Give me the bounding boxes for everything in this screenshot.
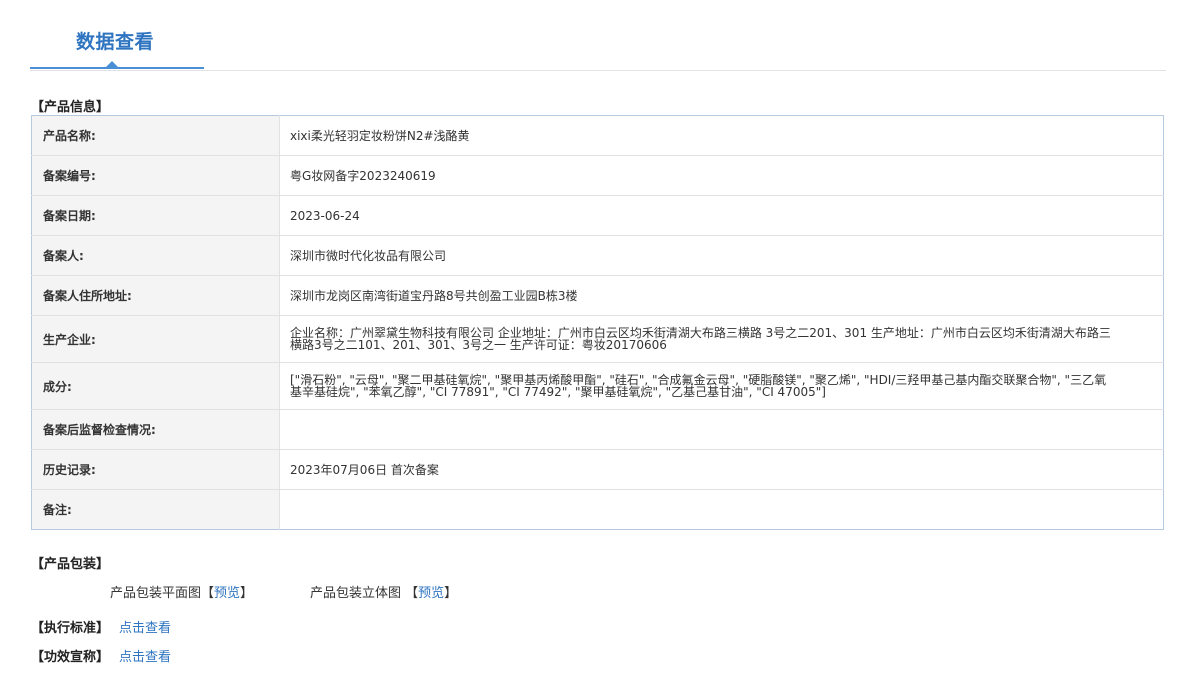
table-row: 备案人: 深圳市微时代化妆品有限公司: [31, 235, 1164, 276]
package-3d-bracket: 】: [444, 586, 458, 601]
execution-standard-row: 【执行标准】 点击查看: [31, 617, 171, 636]
row-value: xixi柔光轻羽定妆粉饼N2#浅酪黄: [279, 115, 1164, 156]
row-label: 备案后监督检查情况:: [31, 409, 280, 450]
table-row: 历史记录: 2023年07月06日 首次备案: [31, 449, 1164, 490]
row-value: [280, 490, 1164, 530]
package-3d-preview-link[interactable]: 预览: [418, 586, 444, 601]
table-row: 备案人住所地址: 深圳市龙岗区南湾街道宝丹路8号共创盈工业园B栋3楼: [31, 275, 1164, 316]
execution-standard-link[interactable]: 点击查看: [119, 621, 171, 636]
row-label: 备案人住所地址:: [31, 275, 280, 316]
table-row: 产品名称: xixi柔光轻羽定妆粉饼N2#浅酪黄: [31, 115, 1164, 156]
efficacy-claim-title: 【功效宣称】: [31, 650, 110, 665]
row-value: 企业名称：广州翠黛生物科技有限公司 企业地址：广州市白云区均禾街清湖大布路三横路…: [279, 315, 1164, 363]
row-label: 备案日期:: [31, 195, 280, 236]
row-label: 备注:: [31, 489, 280, 530]
row-value: [279, 409, 1164, 450]
package-flat-preview-link[interactable]: 预览: [214, 586, 240, 601]
row-value: 深圳市龙岗区南湾街道宝丹路8号共创盈工业园B栋3楼: [279, 275, 1164, 316]
table-row: 备案后监督检查情况:: [31, 409, 1164, 450]
row-value: 2023年07月06日 首次备案: [279, 449, 1164, 490]
row-value: ["滑石粉", "云母", "聚二甲基硅氧烷", "聚甲基丙烯酸甲酯", "硅石…: [279, 362, 1164, 410]
row-value: 深圳市微时代化妆品有限公司: [279, 235, 1164, 276]
row-label: 备案编号:: [31, 155, 280, 196]
table-row: 备案日期: 2023-06-24: [31, 195, 1164, 236]
package-flat-bracket: 】: [240, 586, 254, 601]
product-info-title: 【产品信息】: [31, 100, 110, 115]
efficacy-claim-link[interactable]: 点击查看: [119, 650, 171, 665]
row-value: 2023-06-24: [279, 195, 1164, 236]
packaging-title: 【产品包装】: [31, 557, 110, 572]
package-3d-view: 产品包装立体图 【预览】: [310, 582, 457, 601]
row-label: 备案人:: [31, 235, 280, 276]
efficacy-claim-row: 【功效宣称】 点击查看: [31, 646, 171, 665]
table-row: 生产企业: 企业名称：广州翠黛生物科技有限公司 企业地址：广州市白云区均禾街清湖…: [31, 315, 1164, 363]
package-flat-label: 产品包装平面图【: [110, 586, 215, 601]
row-value: 粤G妆网备字2023240619: [279, 155, 1164, 196]
execution-standard-title: 【执行标准】: [31, 621, 110, 636]
row-label: 产品名称:: [31, 115, 280, 156]
tab-data-view[interactable]: 数据查看: [30, 0, 204, 69]
tab-data-view-label: 数据查看: [76, 31, 155, 53]
product-info-table: 产品名称: xixi柔光轻羽定妆粉饼N2#浅酪黄 备案编号: 粤G妆网备字202…: [31, 115, 1164, 530]
row-label: 历史记录:: [31, 449, 280, 490]
tab-bar: 数据查看: [30, 0, 1166, 71]
row-label: 成分:: [31, 362, 280, 410]
package-flat-view: 产品包装平面图【预览】: [110, 582, 253, 601]
table-row: 备注:: [31, 489, 1164, 530]
table-row: 备案编号: 粤G妆网备字2023240619: [31, 155, 1164, 196]
tab-active-indicator: [105, 61, 119, 68]
row-label: 生产企业:: [31, 315, 280, 363]
table-row: 成分: ["滑石粉", "云母", "聚二甲基硅氧烷", "聚甲基丙烯酸甲酯",…: [31, 362, 1164, 410]
package-3d-label: 产品包装立体图 【: [310, 586, 419, 601]
